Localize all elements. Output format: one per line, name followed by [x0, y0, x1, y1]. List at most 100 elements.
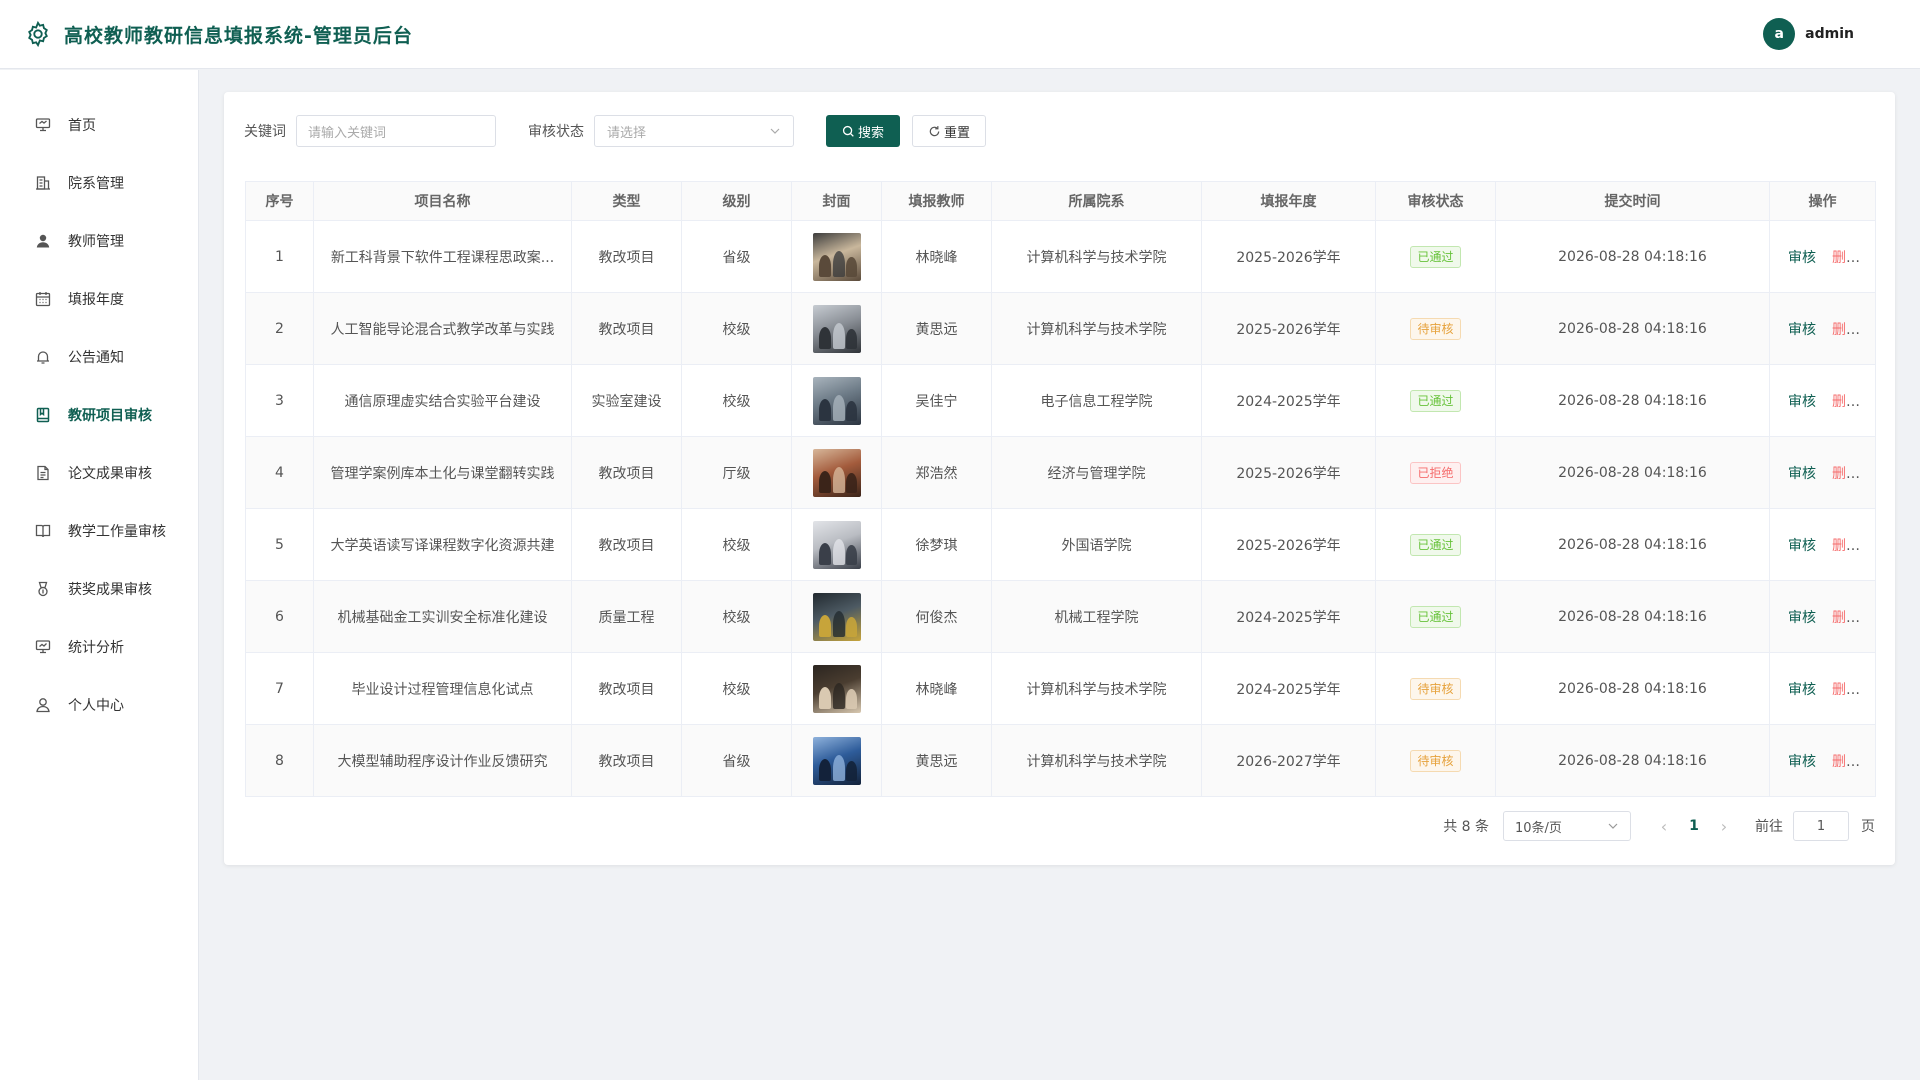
row-index: 6: [245, 580, 314, 653]
cover-image[interactable]: [812, 304, 861, 353]
delete-button[interactable]: 删除: [1832, 754, 1860, 770]
status-cell: 已通过: [1375, 364, 1496, 437]
username[interactable]: admin: [1805, 26, 1854, 42]
chevron-down-icon: [770, 128, 780, 134]
delete-button[interactable]: 删除: [1832, 250, 1860, 266]
building-icon: [34, 174, 52, 192]
sidebar-item-1[interactable]: 院系管理: [0, 154, 198, 212]
project-name: 大模型辅助程序设计作业反馈研究: [313, 724, 572, 797]
search-icon: [842, 125, 854, 137]
cover-image[interactable]: [812, 736, 861, 785]
project-level: 厅级: [681, 436, 792, 509]
teacher-name: 林晓峰: [881, 220, 992, 293]
status-label: 审核状态: [528, 124, 584, 140]
cover-image[interactable]: [812, 376, 861, 425]
cover-cell: [791, 220, 882, 293]
status-cell: 待审核: [1375, 292, 1496, 365]
audit-button[interactable]: 审核: [1788, 538, 1816, 554]
actions-cell: 审核 删除: [1769, 292, 1876, 365]
audit-button[interactable]: 审核: [1788, 466, 1816, 482]
cover-image[interactable]: [812, 664, 861, 713]
col-name-header: 项目名称: [313, 181, 572, 221]
submit-time: 2026-08-28 04:18:16: [1495, 292, 1770, 365]
goto-page-input[interactable]: 1: [1793, 811, 1849, 841]
actions-cell: 审核 删除: [1769, 364, 1876, 437]
submit-time: 2026-08-28 04:18:16: [1495, 724, 1770, 797]
cover-image[interactable]: [812, 520, 861, 569]
sidebar-item-6[interactable]: 论文成果审核: [0, 444, 198, 502]
cover-cell: [791, 508, 882, 581]
pagination: 共 8 条 10条/页 ‹ 1 › 前往 1 页: [1443, 811, 1875, 841]
row-index: 4: [245, 436, 314, 509]
col-time-header: 提交时间: [1495, 181, 1770, 221]
actions-cell: 审核 删除: [1769, 220, 1876, 293]
sidebar-item-label: 填报年度: [68, 292, 124, 308]
sidebar-item-10[interactable]: 个人中心: [0, 676, 198, 734]
reset-button[interactable]: 重置: [912, 115, 986, 147]
cover-image[interactable]: [812, 448, 861, 497]
cover-image[interactable]: [812, 592, 861, 641]
sidebar-item-3[interactable]: 填报年度: [0, 270, 198, 328]
cover-cell: [791, 364, 882, 437]
page-size-value: 10条/页: [1515, 820, 1562, 836]
delete-button[interactable]: 删除: [1832, 394, 1860, 410]
actions-cell: 审核 删除: [1769, 580, 1876, 653]
keyword-input[interactable]: 请输入关键词: [296, 115, 496, 147]
medal-icon: [34, 580, 52, 598]
audit-button[interactable]: 审核: [1788, 322, 1816, 338]
avatar[interactable]: a: [1763, 18, 1796, 50]
project-type: 教改项目: [571, 436, 682, 509]
next-page-icon[interactable]: ›: [1709, 817, 1739, 836]
prev-page-icon[interactable]: ‹: [1649, 817, 1679, 836]
teacher-name: 郑浩然: [881, 436, 992, 509]
teacher-name: 黄思远: [881, 724, 992, 797]
page-suffix: 页: [1861, 819, 1875, 835]
audit-button[interactable]: 审核: [1788, 610, 1816, 626]
search-button[interactable]: 搜索: [826, 115, 900, 147]
sidebar-item-label: 论文成果审核: [68, 466, 152, 482]
department: 计算机科学与技术学院: [991, 292, 1202, 365]
sidebar-item-4[interactable]: 公告通知: [0, 328, 198, 386]
status-badge: 待审核: [1410, 677, 1461, 700]
audit-button[interactable]: 审核: [1788, 394, 1816, 410]
sidebar-item-0[interactable]: 首页: [0, 96, 198, 154]
status-cell: 已拒绝: [1375, 436, 1496, 509]
delete-button[interactable]: 删除: [1832, 466, 1860, 482]
row-index: 1: [245, 220, 314, 293]
table-row: 8 大模型辅助程序设计作业反馈研究 教改项目 省级 黄思远 计算机科学与技术学院 2026-…: [245, 724, 1876, 797]
audit-button[interactable]: 审核: [1788, 250, 1816, 266]
report-year: 2025-2026学年: [1201, 292, 1376, 365]
status-badge: 已通过: [1410, 533, 1461, 556]
total-count: 共 8 条: [1443, 819, 1489, 835]
audit-button[interactable]: 审核: [1788, 754, 1816, 770]
department: 计算机科学与技术学院: [991, 652, 1202, 725]
audit-button[interactable]: 审核: [1788, 682, 1816, 698]
cover-cell: [791, 580, 882, 653]
project-type: 教改项目: [571, 724, 682, 797]
sidebar-item-8[interactable]: 获奖成果审核: [0, 560, 198, 618]
page-size-select[interactable]: 10条/页: [1503, 811, 1631, 841]
table-row: 7 毕业设计过程管理信息化试点 教改项目 校级 林晓峰 计算机科学与技术学院 2024-20…: [245, 652, 1876, 725]
project-type: 教改项目: [571, 292, 682, 365]
sidebar-item-5[interactable]: 教研项目审核: [0, 386, 198, 444]
actions-cell: 审核 删除: [1769, 508, 1876, 581]
table-row: 4 管理学案例库本土化与课堂翻转实践 教改项目 厅级 郑浩然 经济与管理学院 2025-20…: [245, 436, 1876, 509]
user-icon: [34, 696, 52, 714]
sidebar-item-9[interactable]: 统计分析: [0, 618, 198, 676]
delete-button[interactable]: 删除: [1832, 610, 1860, 626]
user-menu[interactable]: a admin: [1763, 18, 1854, 50]
sidebar-item-label: 教师管理: [68, 234, 124, 250]
delete-button[interactable]: 删除: [1832, 322, 1860, 338]
actions-cell: 审核 删除: [1769, 436, 1876, 509]
report-year: 2024-2025学年: [1201, 364, 1376, 437]
status-select[interactable]: 请选择: [594, 115, 794, 147]
col-actions-header: 操作: [1769, 181, 1876, 221]
sidebar-item-2[interactable]: 教师管理: [0, 212, 198, 270]
cover-image[interactable]: [812, 232, 861, 281]
submit-time: 2026-08-28 04:18:16: [1495, 508, 1770, 581]
delete-button[interactable]: 删除: [1832, 682, 1860, 698]
delete-button[interactable]: 删除: [1832, 538, 1860, 554]
actions-cell: 审核 删除: [1769, 724, 1876, 797]
page-number-current[interactable]: 1: [1679, 818, 1709, 834]
sidebar-item-7[interactable]: 教学工作量审核: [0, 502, 198, 560]
